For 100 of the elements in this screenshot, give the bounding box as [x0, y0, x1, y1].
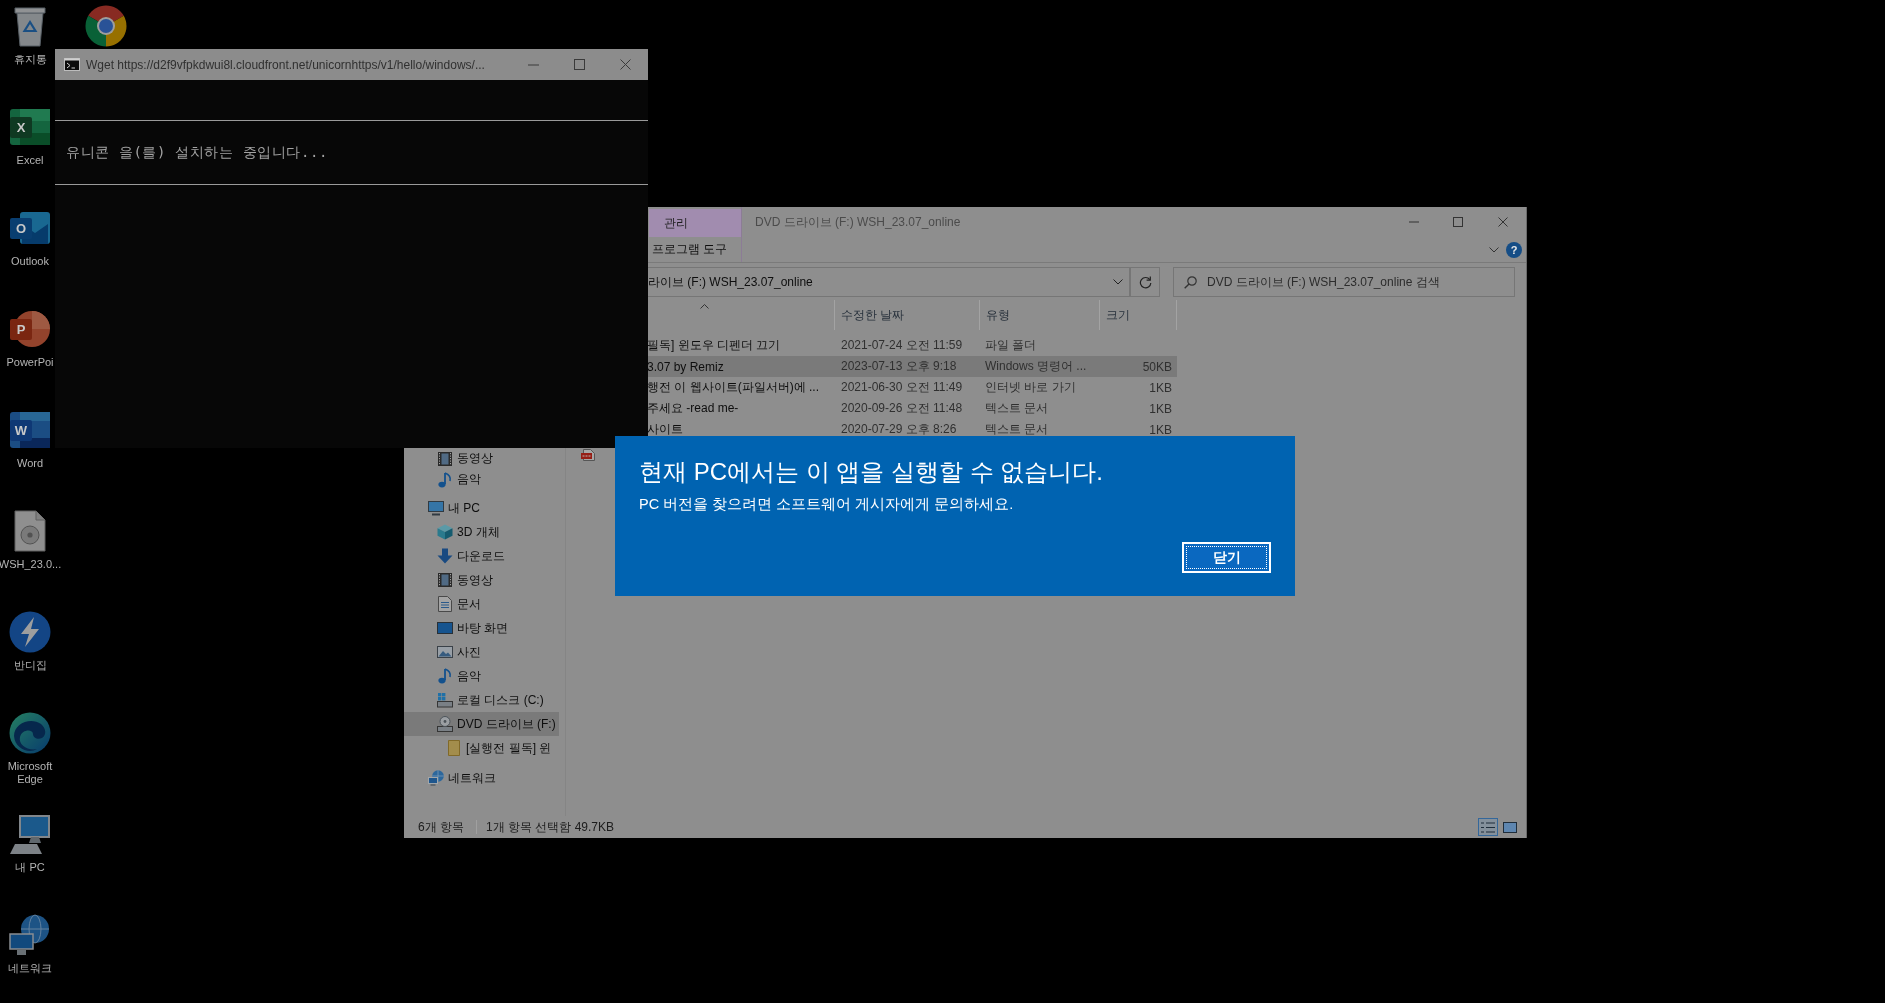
desktop-icon-label[interactable]: 휴지통 [13, 53, 47, 66]
file-type: Windows 명령어 ... [985, 359, 1087, 373]
recycle-bin-icon[interactable] [14, 5, 46, 47]
file-row[interactable]: 행전 이 웹사이트(파일서버)에 ... 2021-06-30 오전 11:49 인터넷 바로 가기 1KB [647, 377, 1177, 398]
desktop-icon-label[interactable]: 내 PC [15, 861, 45, 874]
desktop-icon-label[interactable]: 네트워크 [8, 962, 52, 975]
close-icon[interactable] [619, 59, 631, 70]
file-row[interactable]: 주세요 -read me- 2020-09-26 오전 11:48 텍스트 문서 1KB [647, 398, 1177, 419]
computer-icon [428, 500, 444, 516]
nav-item[interactable]: 내 PC [404, 496, 559, 520]
window-title: DVD 드라이브 (F:) WSH_23.07_online [755, 213, 962, 231]
computer-icon[interactable] [9, 813, 51, 855]
screen-icon [437, 620, 453, 636]
nav-item[interactable]: 동영상 [404, 448, 559, 469]
file-type: 텍스트 문서 [985, 401, 1049, 415]
file-type-icon [581, 448, 595, 461]
nav-item[interactable]: 동영상 [404, 568, 559, 592]
file-name: 주세요 -read me- [647, 400, 739, 417]
film-icon [437, 450, 453, 467]
context-tab-header[interactable]: 관리 [649, 209, 741, 237]
modified-date: 2023-07-13 오후 9:18 [841, 359, 957, 373]
stacked-tile-icon[interactable] [9, 106, 51, 148]
console-text: 유니콘 을(를) 설치하는 중입니다... [66, 143, 329, 162]
nav-item[interactable]: 다운로드 [404, 544, 559, 568]
file-size: 50KB [1142, 359, 1172, 374]
nav-item[interactable]: 음악 [404, 664, 559, 688]
item-count: 6개 항목 [418, 818, 464, 836]
file-size: 1KB [1149, 422, 1172, 437]
logo-letter: P [15, 321, 27, 339]
file-type: 텍스트 문서 [985, 422, 1049, 436]
modified-date: 2020-07-29 오후 8:26 [841, 422, 957, 436]
logo-letter: O [14, 220, 28, 238]
music-note-icon [437, 668, 453, 684]
round-logo-icon[interactable] [85, 5, 127, 47]
nav-item[interactable]: 3D 개체 [404, 520, 559, 544]
dialog-message: PC 버전을 찾으려면 소프트웨어 게시자에게 문의하세요. [639, 495, 1014, 514]
dialog-title: 현재 PC에서는 이 앱을 실행할 수 없습니다. [639, 457, 1103, 487]
terminal-icon [64, 58, 80, 71]
desktop-icon-label[interactable]: Outlook [11, 255, 49, 268]
selection-info: 1개 항목 선택함 49.7KB [486, 818, 615, 836]
file-name: 사이트 [647, 421, 683, 438]
nav-item[interactable]: 사진 [404, 640, 559, 664]
search-icon [1184, 275, 1197, 289]
column-header[interactable]: 수정한 날짜 [841, 306, 905, 324]
ribbon-tab[interactable]: 프로그램 도구 [652, 241, 728, 258]
file-row[interactable]: 3.07 by Remiz 2023-07-13 오후 9:18 Windows 명령어 ... 50KB [647, 356, 1177, 377]
column-header[interactable]: 유형 [986, 306, 1010, 324]
modified-date: 2020-09-26 오전 11:48 [841, 401, 963, 415]
nav-item[interactable]: 바탕 화면 [404, 616, 559, 640]
document-icon [437, 596, 453, 612]
film-icon [437, 572, 453, 588]
down-arrow-icon [437, 548, 453, 564]
help-button[interactable]: ? [1506, 241, 1522, 258]
page-tile-icon[interactable] [9, 409, 51, 451]
lightning-logo-icon[interactable] [9, 611, 51, 653]
close-button[interactable]: 닫기 [1182, 542, 1271, 573]
column-header[interactable]: 크기 [1106, 306, 1130, 324]
refresh-icon[interactable] [1138, 275, 1152, 289]
refresh-button[interactable] [1130, 267, 1160, 297]
pie-tile-icon[interactable] [9, 308, 51, 350]
nav-item[interactable]: 로컬 디스크 (C:) [404, 688, 559, 712]
desktop-icon-label[interactable]: 반디집 [13, 659, 47, 672]
close-icon[interactable] [1498, 217, 1508, 227]
modified-date: 2021-07-24 오전 11:59 [841, 338, 963, 352]
desktop-icon-label[interactable]: Excel [16, 154, 44, 167]
logo-letter: X [15, 119, 27, 137]
disc-file-icon[interactable] [14, 510, 46, 552]
desktop-icon-label[interactable]: Word [16, 457, 44, 470]
desktop-icon-label[interactable]: Microsoft Edge [0, 760, 60, 786]
file-name: 필독] 윈도우 디펜더 끄기 [647, 337, 781, 354]
dropdown-caret-icon[interactable] [1113, 279, 1123, 285]
picture-icon [437, 644, 453, 660]
maximize-icon[interactable] [1453, 217, 1463, 227]
modified-date: 2021-06-30 오전 11:49 [841, 380, 963, 394]
file-row[interactable]: 필독] 윈도우 디펜더 끄기 2021-07-24 오전 11:59 파일 폴더 [647, 335, 1177, 356]
file-name: 3.07 by Remiz [647, 359, 724, 374]
network-icon [428, 770, 444, 786]
nav-item[interactable]: 문서 [404, 592, 559, 616]
nav-item[interactable]: DVD 드라이브 (F:) [404, 712, 559, 736]
nav-item[interactable]: 음악 [404, 469, 559, 490]
file-type: 인터넷 바로 가기 [985, 380, 1076, 394]
nav-item[interactable]: [실행전 필독] 윈 [404, 736, 559, 760]
network-globe-icon[interactable] [9, 914, 51, 956]
chevron-down-icon[interactable] [1489, 246, 1499, 253]
sort-caret-icon[interactable] [700, 304, 709, 309]
maximize-icon[interactable] [573, 59, 585, 70]
folder-icon [446, 740, 462, 756]
music-note-icon [437, 471, 453, 488]
drive-icon [437, 692, 453, 708]
search-field[interactable]: DVD 드라이브 (F:) WSH_23.07_online 검색 [1173, 267, 1515, 297]
disc-drive-icon [437, 716, 453, 732]
nav-item[interactable]: 네트워크 [404, 766, 559, 790]
file-type: 파일 폴더 [985, 338, 1037, 352]
file-row[interactable]: 사이트 2020-07-29 오후 8:26 텍스트 문서 1KB [647, 419, 1177, 440]
window-title: Wget https://d2f9vfpkdwui8l.cloudfront.net/unicornhttps/v1/hello/windows/... [86, 57, 486, 72]
cube-icon [437, 524, 453, 540]
file-size: 1KB [1149, 401, 1172, 416]
swirl-logo-icon[interactable] [9, 712, 51, 754]
desktop-icon-label[interactable]: PowerPoi [6, 356, 54, 369]
address-bar[interactable]: 라이브 (F:) WSH_23.07_online [648, 267, 1130, 297]
